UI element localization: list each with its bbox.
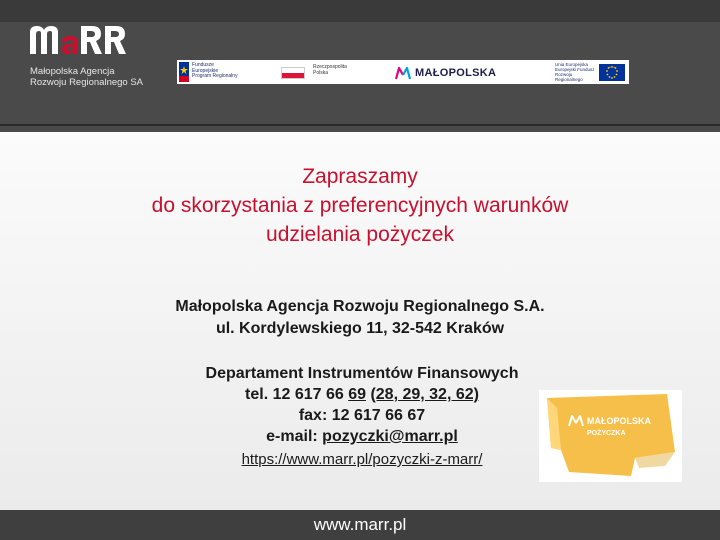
phone-prefix: tel. 12 617 66 bbox=[245, 386, 349, 403]
phone-alt-extensions: (28, 29, 32, 62) bbox=[370, 386, 479, 403]
malopolska-logo: MAŁOPOLSKA bbox=[395, 64, 515, 82]
title-line1: Zapraszamy bbox=[302, 165, 418, 188]
footer-website: www.marr.pl bbox=[313, 515, 407, 534]
pl-text: Rzeczpospolita Polska bbox=[313, 64, 347, 76]
badge-line1: MAŁOPOLSKA bbox=[587, 416, 651, 426]
marr-logo-icon bbox=[30, 26, 126, 54]
pozyczka-banner-icon: MAŁOPOLSKA POŻYCZKA bbox=[547, 394, 675, 476]
organization-street: ul. Kordylewskiego 11, 32-542 Kraków bbox=[215, 320, 505, 337]
phone-extension: 69 bbox=[348, 386, 366, 403]
malopolska-mark-icon bbox=[395, 66, 411, 80]
unia-europejska-logo: Unia Europejska Europejski Fundusz Rozwo… bbox=[555, 62, 627, 82]
fe-line3: Program Regionalny bbox=[192, 73, 238, 79]
rzeczpospolita-polska-logo: Rzeczpospolita Polska bbox=[281, 64, 361, 81]
title-line3: udzielania pożyczek bbox=[266, 223, 454, 246]
badge-line2: POŻYCZKA bbox=[587, 429, 626, 437]
invitation-title: Zapraszamy do skorzystania z preferencyj… bbox=[60, 162, 660, 249]
marr-logo-mark bbox=[28, 20, 132, 64]
organization-address: Małopolska Agencja Rozwoju Regionalnego … bbox=[60, 296, 660, 340]
malopolska-text: MAŁOPOLSKA bbox=[415, 67, 497, 79]
logo-subtitle-line2: Rozwoju Regionalnego SA bbox=[30, 77, 144, 88]
fe-text: Fundusze Europejskie Program Regionalny bbox=[192, 62, 238, 80]
email-label: e-mail: bbox=[266, 428, 323, 445]
email-link[interactable]: pozyczki@marr.pl bbox=[322, 428, 458, 445]
fe-star-icon bbox=[179, 62, 189, 82]
marr-logo: Małopolska Agencja Rozwoju Regionalnego … bbox=[28, 20, 148, 105]
pl-line2: Polska bbox=[313, 69, 329, 76]
ue-line3: Rozwoju Regionalnego bbox=[555, 72, 583, 82]
eu-funding-logo-strip: Fundusze Europejskie Program Regionalny … bbox=[177, 60, 629, 84]
poland-flag-icon bbox=[281, 67, 305, 79]
eu-flag-icon bbox=[599, 64, 625, 81]
marr-logo-subtitle: Małopolska Agencja Rozwoju Regionalnego … bbox=[30, 66, 170, 88]
department-name: Departament Instrumentów Finansowych bbox=[205, 365, 519, 382]
logo-subtitle-line1: Małopolska Agencja bbox=[30, 66, 115, 77]
fundusze-europejskie-logo: Fundusze Europejskie Program Regionalny bbox=[179, 62, 259, 82]
title-line2: do skorzystania z preferencyjnych warunk… bbox=[151, 194, 569, 217]
ue-text: Unia Europejska Europejski Fundusz Rozwo… bbox=[555, 62, 597, 82]
organization-name: Małopolska Agencja Rozwoju Regionalnego … bbox=[175, 298, 545, 315]
header-divider bbox=[0, 124, 720, 126]
malopolska-pozyczka-badge: MAŁOPOLSKA POŻYCZKA bbox=[539, 390, 682, 482]
